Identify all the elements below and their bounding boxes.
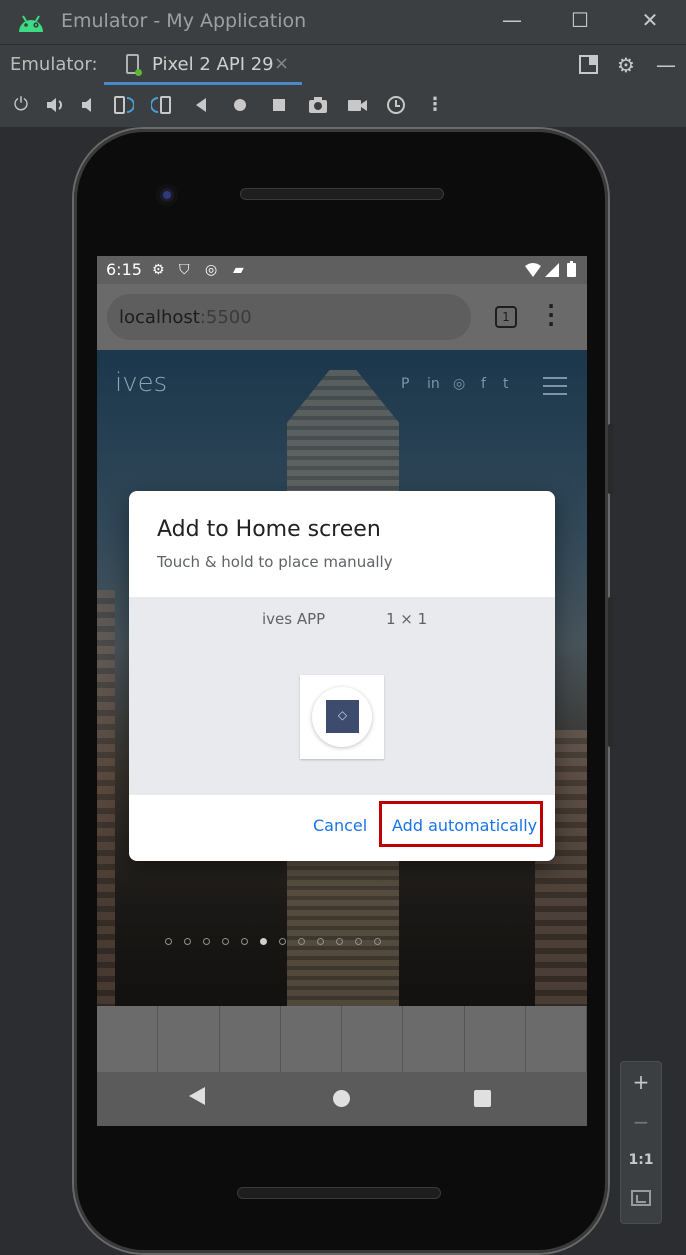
- zoom-in-button[interactable]: +: [621, 1070, 661, 1094]
- carousel-dot-active[interactable]: [260, 938, 267, 945]
- carousel-dot[interactable]: [374, 938, 381, 945]
- url-port: :5500: [199, 307, 252, 328]
- dialog-title: Add to Home screen: [157, 517, 381, 542]
- thumbnail[interactable]: [465, 1006, 526, 1072]
- snapshot-icon[interactable]: [385, 94, 407, 116]
- fit-screen-icon[interactable]: [631, 1190, 651, 1206]
- thumbnail[interactable]: [220, 1006, 281, 1072]
- carousel-dot[interactable]: [279, 938, 286, 945]
- overview-icon[interactable]: [268, 94, 290, 116]
- dialog-subtitle: Touch & hold to place manually: [157, 553, 393, 571]
- thumbnail[interactable]: [526, 1006, 587, 1072]
- front-camera: [156, 184, 178, 206]
- volume-up-icon[interactable]: [44, 94, 66, 116]
- widget-preview: ives APP 1 × 1 ◇: [129, 597, 555, 795]
- pinterest-icon[interactable]: P: [401, 376, 409, 392]
- thumbnail[interactable]: [281, 1006, 342, 1072]
- app-size: 1 × 1: [386, 610, 428, 628]
- minimize-button[interactable]: —: [498, 8, 526, 32]
- hero-left-building: [97, 590, 115, 1006]
- data-saver-icon: ◎: [205, 262, 218, 278]
- rotate-right-icon[interactable]: [151, 94, 173, 116]
- url-host: localhost: [119, 307, 200, 328]
- highlight-box: [379, 801, 543, 847]
- browser-toolbar: localhost:5500 1 · · ·: [97, 284, 587, 350]
- volume-side-button: [608, 597, 614, 747]
- emulator-toolbar: ⏻ ⋮: [0, 85, 686, 127]
- diamond-icon: ◇: [326, 700, 359, 733]
- screenshot-icon[interactable]: [307, 94, 329, 116]
- earpiece-speaker: [240, 188, 444, 200]
- gear-icon[interactable]: ⚙: [617, 53, 635, 77]
- nav-back-icon[interactable]: [189, 1087, 205, 1105]
- emulator-label: Emulator:: [10, 54, 98, 75]
- title-bar: Emulator - My Application — ☐ ✕: [0, 0, 686, 44]
- thumbnail-strip: [97, 1006, 587, 1072]
- carousel-dot[interactable]: [184, 938, 191, 945]
- power-side-button: [608, 424, 614, 494]
- android-icon: [19, 15, 43, 32]
- thumbnail[interactable]: [403, 1006, 465, 1072]
- carousel-dots: [165, 930, 393, 945]
- carousel-dot[interactable]: [355, 938, 362, 945]
- carousel-dot[interactable]: [222, 938, 229, 945]
- more-icon[interactable]: ⋮: [424, 94, 446, 116]
- carousel-dot[interactable]: [298, 938, 305, 945]
- android-nav-bar: [97, 1072, 587, 1126]
- twitter-icon[interactable]: t: [503, 376, 509, 392]
- carousel-dot[interactable]: [165, 938, 172, 945]
- tab-close-icon[interactable]: ×: [274, 53, 289, 74]
- site-logo[interactable]: ives: [115, 368, 167, 398]
- browser-menu-icon[interactable]: · · ·: [546, 296, 556, 334]
- battery-icon: [567, 261, 576, 277]
- nav-home-icon[interactable]: [333, 1090, 350, 1107]
- cancel-button[interactable]: Cancel: [313, 816, 367, 835]
- carousel-dot[interactable]: [241, 938, 248, 945]
- device-icon: [126, 54, 142, 76]
- sd-card-icon: ▰: [233, 262, 244, 278]
- power-icon[interactable]: ⏻: [10, 94, 32, 116]
- emulator-tab-bar: Emulator: Pixel 2 API 29 × ⚙ —: [0, 44, 686, 85]
- zoom-out-button[interactable]: −: [621, 1110, 661, 1134]
- shield-status-icon: ⛉: [179, 262, 190, 278]
- wifi-icon: [525, 263, 541, 277]
- url-field[interactable]: localhost:5500: [107, 294, 471, 340]
- thumbnail[interactable]: [97, 1006, 159, 1072]
- carousel-dot[interactable]: [336, 938, 343, 945]
- hide-icon[interactable]: —: [656, 53, 676, 77]
- hamburger-menu-icon[interactable]: [543, 377, 567, 395]
- instagram-icon[interactable]: ◎: [453, 376, 465, 392]
- thumbnail[interactable]: [158, 1006, 220, 1072]
- rotate-left-icon[interactable]: [112, 94, 134, 116]
- carousel-dot[interactable]: [317, 938, 324, 945]
- volume-down-icon[interactable]: [78, 94, 100, 116]
- app-icon-card[interactable]: ◇: [300, 675, 384, 759]
- status-bar: 6:15 ⚙ ⛉ ◎ ▰: [97, 256, 587, 284]
- home-icon[interactable]: [229, 94, 251, 116]
- maximize-button[interactable]: ☐: [566, 8, 594, 32]
- screenrecord-icon[interactable]: [346, 94, 368, 116]
- zoom-panel: + − 1:1: [620, 1061, 662, 1224]
- settings-status-icon: ⚙: [152, 262, 165, 278]
- facebook-icon[interactable]: f: [481, 376, 486, 392]
- window-title: Emulator - My Application: [61, 10, 307, 32]
- app-name: ives APP: [262, 610, 326, 628]
- app-icon: ◇: [312, 687, 372, 747]
- zoom-1to1-button[interactable]: 1:1: [621, 1152, 661, 1168]
- thumbnail[interactable]: [342, 1006, 404, 1072]
- back-icon[interactable]: [190, 94, 212, 116]
- cellular-icon: [545, 263, 559, 277]
- status-time: 6:15: [106, 260, 142, 279]
- close-button[interactable]: ✕: [636, 8, 664, 32]
- tab-switcher-button[interactable]: 1: [495, 306, 517, 328]
- linkedin-icon[interactable]: in: [427, 376, 440, 392]
- bottom-speaker: [237, 1187, 441, 1199]
- carousel-dot[interactable]: [203, 938, 210, 945]
- tab-label: Pixel 2 API 29: [152, 54, 274, 75]
- nav-recents-icon[interactable]: [474, 1090, 491, 1107]
- tab-pixel-2[interactable]: Pixel 2 API 29 ×: [104, 45, 302, 85]
- layout-icon[interactable]: [579, 55, 599, 75]
